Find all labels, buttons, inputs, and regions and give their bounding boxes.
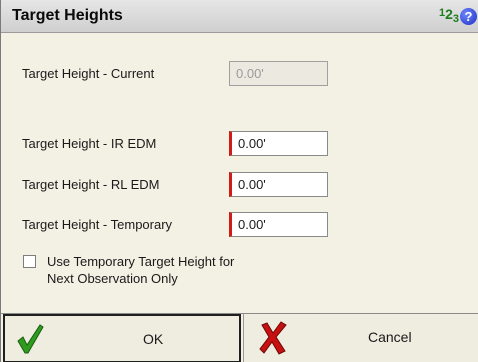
temporary-only-label: Use Temporary Target Height for Next Obs… bbox=[47, 253, 347, 287]
numeric-input-icon[interactable]: 123 bbox=[439, 6, 459, 25]
temporary-height-field[interactable]: 0.00' bbox=[229, 212, 328, 237]
dialog-title: Target Heights bbox=[12, 7, 123, 24]
button-bar: OK Cancel bbox=[1, 313, 478, 362]
ok-button[interactable]: OK bbox=[3, 314, 241, 362]
ok-button-label: OK bbox=[143, 331, 164, 347]
cancel-button-label: Cancel bbox=[368, 329, 412, 345]
cancel-x-icon bbox=[259, 321, 287, 355]
checkmark-icon bbox=[17, 324, 44, 354]
temporary-only-checkbox[interactable] bbox=[23, 255, 36, 268]
help-icon[interactable]: ? bbox=[460, 8, 477, 25]
cancel-button[interactable]: Cancel bbox=[243, 314, 478, 362]
label-temporary: Target Height - Temporary bbox=[22, 217, 173, 232]
label-current: Target Height - Current bbox=[22, 66, 155, 81]
label-rl-edm: Target Height - RL EDM bbox=[22, 177, 160, 192]
temporary-only-label-line2: Next Observation Only bbox=[47, 271, 178, 286]
label-ir-edm: Target Height - IR EDM bbox=[22, 136, 157, 151]
title-bar: Target Heights 123 ? bbox=[1, 0, 478, 33]
rl-edm-height-field[interactable]: 0.00' bbox=[229, 172, 328, 197]
ir-edm-height-field[interactable]: 0.00' bbox=[229, 131, 328, 156]
current-height-field: 0.00' bbox=[229, 61, 328, 86]
dialog-window: Target Heights 123 ? Target Height - Cur… bbox=[0, 0, 478, 362]
temporary-only-label-line1: Use Temporary Target Height for bbox=[47, 254, 235, 269]
